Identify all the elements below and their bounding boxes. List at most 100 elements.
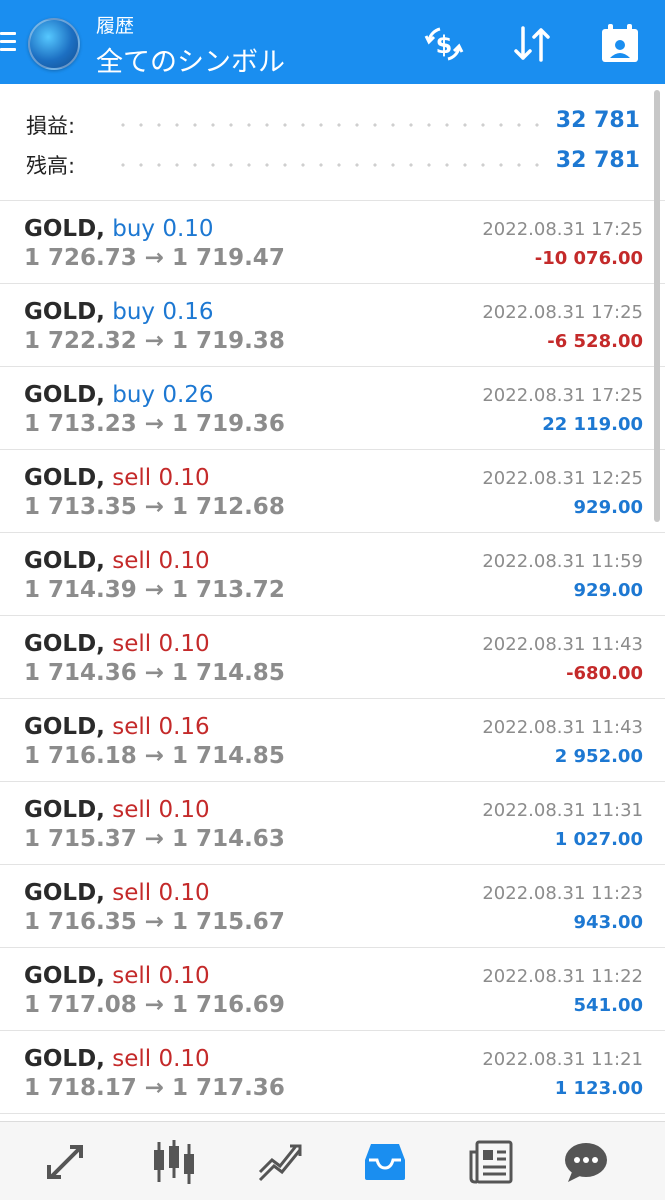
deal-row[interactable]: GOLD, sell 0.10 1 716.35 → 1 715.67 2022.0… [0, 865, 665, 948]
deal-row[interactable]: GOLD, buy 0.26 1 713.23 → 1 719.36 2022.08… [0, 367, 665, 450]
deal-prices: 1 713.35 → 1 712.68 [24, 494, 285, 520]
deal-symbol: GOLD, [24, 963, 105, 989]
deal-prices: 1 716.35 → 1 715.67 [24, 909, 285, 935]
deal-time: 2022.08.31 11:43 [482, 717, 643, 738]
deal-profit: 1 123.00 [554, 1078, 643, 1099]
deal-row[interactable]: GOLD, sell 0.10 1 715.37 → 1 714.63 2022.0… [0, 782, 665, 865]
deal-side: sell 0.10 [112, 963, 210, 989]
deal-time: 2022.08.31 17:25 [482, 219, 643, 240]
deal-prices: 1 713.23 → 1 719.36 [24, 411, 285, 437]
app-header: 履歴 全てのシンボル $ [0, 0, 665, 84]
deal-time: 2022.08.31 11:43 [482, 634, 643, 655]
deal-symbol: GOLD, [24, 382, 105, 408]
deal-profit: 1 027.00 [554, 829, 643, 850]
deal-time: 2022.08.31 12:25 [482, 468, 643, 489]
deal-symbol: GOLD, [24, 216, 105, 242]
deal-row[interactable]: GOLD, sell 0.10 1 718.17 → 1 717.36 2022.0… [0, 1031, 665, 1114]
deal-time: 2022.08.31 17:25 [482, 302, 643, 323]
deal-profit: -10 076.00 [534, 248, 643, 269]
deal-profit: 2 952.00 [554, 746, 643, 767]
deal-row[interactable]: GOLD, buy 0.10 1 726.73 → 1 719.47 2022.08… [0, 201, 665, 284]
dotted-leader [114, 163, 540, 167]
deal-row[interactable]: GOLD, sell 0.10 1 714.39 → 1 713.72 2022.0… [0, 533, 665, 616]
sort-arrows-icon[interactable] [508, 20, 556, 68]
deal-side: sell 0.10 [112, 631, 210, 657]
history-inbox-icon[interactable] [359, 1138, 411, 1186]
candlestick-chart-icon[interactable] [148, 1138, 200, 1186]
chat-bubble-icon[interactable] [560, 1138, 612, 1186]
deal-title: GOLD, sell 0.10 [24, 797, 210, 823]
deal-time: 2022.08.31 11:23 [482, 883, 643, 904]
currency-exchange-icon[interactable]: $ [420, 20, 468, 68]
deal-side: buy 0.10 [112, 216, 214, 242]
deal-side: sell 0.10 [112, 1046, 210, 1072]
deal-time: 2022.08.31 17:25 [482, 385, 643, 406]
deal-title: GOLD, buy 0.10 [24, 216, 214, 242]
deal-profit: 22 119.00 [542, 414, 643, 435]
deal-profit: 943.00 [573, 912, 643, 933]
deal-time: 2022.08.31 11:59 [482, 551, 643, 572]
metatrader-logo-icon [28, 18, 80, 70]
header-subtitle: 履歴 [96, 15, 135, 37]
deal-row[interactable]: GOLD, sell 0.16 1 716.18 → 1 714.85 2022.0… [0, 699, 665, 782]
deal-side: sell 0.10 [112, 465, 210, 491]
news-icon[interactable] [467, 1138, 519, 1186]
deal-profit: 929.00 [573, 580, 643, 601]
balance-row: 残高: 32 781 [26, 144, 640, 184]
deal-row[interactable]: GOLD, sell 0.10 1 717.08 → 1 716.69 2022.0… [0, 948, 665, 1031]
deal-time: 2022.08.31 11:21 [482, 1049, 643, 1070]
deal-title: GOLD, buy 0.26 [24, 382, 214, 408]
deal-profit: 541.00 [573, 995, 643, 1016]
deal-side: buy 0.26 [112, 382, 214, 408]
app-root: 履歴 全てのシンボル $ 損益: 32 781 残高: 32 781 GOLD,… [0, 0, 665, 1200]
deal-symbol: GOLD, [24, 631, 105, 657]
deal-title: GOLD, sell 0.10 [24, 1046, 210, 1072]
balance-value: 32 781 [555, 148, 640, 173]
deal-profit: 929.00 [573, 497, 643, 518]
deal-symbol: GOLD, [24, 299, 105, 325]
header-title[interactable]: 全てのシンボル [96, 40, 285, 79]
dotted-leader [114, 123, 540, 127]
deal-prices: 1 717.08 → 1 716.69 [24, 992, 285, 1018]
deal-symbol: GOLD, [24, 548, 105, 574]
deal-profit: -6 528.00 [547, 331, 643, 352]
deal-side: sell 0.10 [112, 797, 210, 823]
deal-prices: 1 714.39 → 1 713.72 [24, 577, 285, 603]
profit-value: 32 781 [555, 108, 640, 133]
deal-prices: 1 714.36 → 1 714.85 [24, 660, 285, 686]
deal-row[interactable]: GOLD, sell 0.10 1 713.35 → 1 712.68 2022.0… [0, 450, 665, 533]
deal-symbol: GOLD, [24, 880, 105, 906]
deal-time: 2022.08.31 11:31 [482, 800, 643, 821]
deal-title: GOLD, sell 0.10 [24, 880, 210, 906]
calendar-icon[interactable] [596, 20, 644, 68]
deal-title: GOLD, sell 0.10 [24, 465, 210, 491]
deal-side: buy 0.16 [112, 299, 214, 325]
scrollbar[interactable] [654, 90, 660, 522]
quotes-arrows-icon[interactable] [40, 1138, 92, 1186]
deal-side: sell 0.10 [112, 880, 210, 906]
deal-symbol: GOLD, [24, 797, 105, 823]
deal-title: GOLD, sell 0.16 [24, 714, 210, 740]
deal-profit: -680.00 [566, 663, 643, 684]
svg-text:$: $ [436, 31, 453, 59]
deal-prices: 1 718.17 → 1 717.36 [24, 1075, 285, 1101]
profit-row: 損益: 32 781 [26, 104, 640, 144]
hamburger-menu-icon[interactable] [0, 32, 18, 54]
deal-prices: 1 722.32 → 1 719.38 [24, 328, 285, 354]
deal-prices: 1 716.18 → 1 714.85 [24, 743, 285, 769]
deal-title: GOLD, buy 0.16 [24, 299, 214, 325]
trade-chart-icon[interactable] [256, 1138, 308, 1186]
deal-side: sell 0.10 [112, 548, 210, 574]
balance-label: 残高: [26, 154, 76, 178]
account-summary: 損益: 32 781 残高: 32 781 [0, 84, 665, 201]
deal-time: 2022.08.31 11:22 [482, 966, 643, 987]
deal-prices: 1 726.73 → 1 719.47 [24, 245, 285, 271]
deal-symbol: GOLD, [24, 714, 105, 740]
deals-list: GOLD, buy 0.10 1 726.73 → 1 719.47 2022.08… [0, 201, 665, 1114]
deal-title: GOLD, sell 0.10 [24, 963, 210, 989]
deal-row[interactable]: GOLD, buy 0.16 1 722.32 → 1 719.38 2022.08… [0, 284, 665, 367]
deal-title: GOLD, sell 0.10 [24, 548, 210, 574]
bottom-navigation [0, 1121, 665, 1200]
deal-row[interactable]: GOLD, sell 0.10 1 714.36 → 1 714.85 2022.0… [0, 616, 665, 699]
deal-prices: 1 715.37 → 1 714.63 [24, 826, 285, 852]
